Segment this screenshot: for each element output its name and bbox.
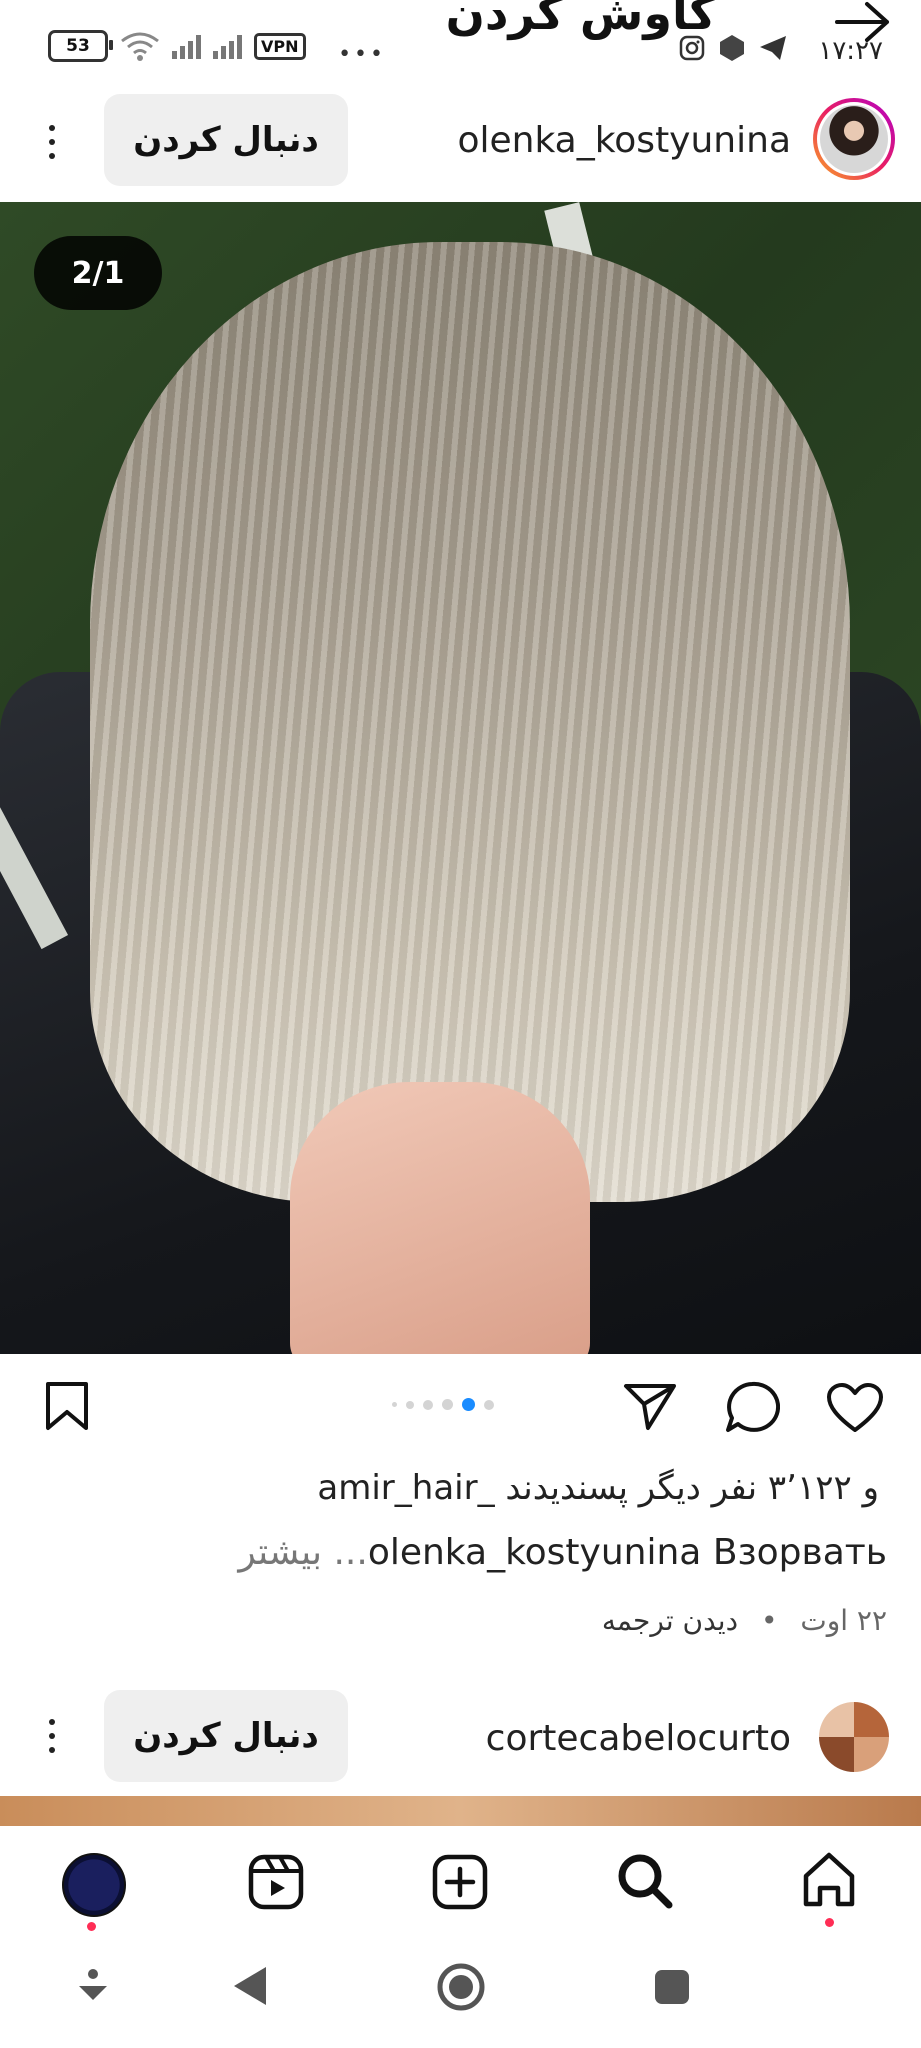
meta-separator: • xyxy=(760,1604,778,1637)
search-icon[interactable] xyxy=(616,1852,674,1910)
like-heart-icon[interactable] xyxy=(826,1382,884,1434)
post-image[interactable] xyxy=(0,202,921,1354)
save-icon[interactable] xyxy=(44,1380,90,1432)
home-notification-dot xyxy=(825,1918,834,1927)
post2-image[interactable] xyxy=(0,1796,921,1826)
post-meta: ۲۲ اوت • دیدن ترجمه xyxy=(602,1604,887,1637)
post2-username[interactable]: cortecabelocurto xyxy=(486,1718,791,1759)
post-avatar[interactable] xyxy=(813,98,895,180)
post2-avatar[interactable] xyxy=(819,1702,889,1772)
caption-text: Взорвать xyxy=(712,1532,887,1573)
more-notifications-icon: ••• xyxy=(338,42,386,67)
carousel-dot xyxy=(406,1400,414,1409)
battery-level: 53 xyxy=(66,36,90,56)
more-options-icon[interactable] xyxy=(40,112,64,172)
vpn-badge: VPN xyxy=(254,32,306,60)
post-date: ۲۲ اوت xyxy=(800,1604,887,1637)
status-bar: 53 VPN ••• ۱۷:۲۷ کاوش کردن xyxy=(0,0,921,82)
post-username[interactable]: olenka_kostyunina xyxy=(457,120,791,161)
carousel-dot xyxy=(423,1399,433,1410)
page-title: کاوش کردن xyxy=(445,0,716,40)
signal-icon-2 xyxy=(213,33,242,59)
carousel-dot xyxy=(392,1402,397,1407)
hexagon-icon xyxy=(720,35,744,61)
follow-button[interactable]: دنبال کردن xyxy=(104,94,348,186)
hide-keyboard-icon[interactable] xyxy=(76,1968,110,2008)
carousel-dot xyxy=(484,1399,494,1410)
status-icons-left: 53 VPN xyxy=(48,30,306,62)
wifi-icon xyxy=(121,32,159,61)
post-caption[interactable]: olenka_kostyunina Взорвать ... بیشتر xyxy=(238,1532,887,1573)
caption-more-link[interactable]: ... بیشتر xyxy=(238,1532,368,1573)
back-icon[interactable] xyxy=(230,1964,270,2008)
profile-notification-dot xyxy=(87,1922,96,1931)
bottom-navigation xyxy=(0,1826,921,1938)
telegram-icon xyxy=(760,36,786,60)
carousel-indicator xyxy=(392,1398,494,1411)
profile-icon[interactable] xyxy=(62,1853,126,1917)
slide-counter: 2/1 xyxy=(34,236,162,310)
carousel-dot xyxy=(442,1399,453,1410)
post2-follow-button[interactable]: دنبال کردن xyxy=(104,1690,348,1782)
home-button-icon[interactable] xyxy=(436,1962,486,2012)
post2-more-options-icon[interactable] xyxy=(40,1706,64,1766)
system-navigation xyxy=(0,1938,921,2048)
comment-icon[interactable] xyxy=(724,1380,780,1434)
recents-icon[interactable] xyxy=(652,1967,692,2007)
home-icon[interactable] xyxy=(800,1850,858,1910)
back-arrow-icon[interactable] xyxy=(833,0,893,44)
carousel-dot-active xyxy=(462,1398,475,1411)
reels-icon[interactable] xyxy=(248,1854,304,1910)
avatar-image xyxy=(820,105,888,173)
see-translation-link[interactable]: دیدن ترجمه xyxy=(602,1604,738,1637)
battery-icon: 53 xyxy=(48,30,113,62)
share-icon[interactable] xyxy=(622,1382,678,1432)
likes-summary[interactable]: و ۳٬۱۲۲ نفر دیگر پسندیدند _amir_hair xyxy=(317,1468,879,1508)
create-icon[interactable] xyxy=(432,1854,488,1910)
caption-username[interactable]: olenka_kostyunina xyxy=(368,1532,702,1573)
signal-icon xyxy=(172,33,201,59)
